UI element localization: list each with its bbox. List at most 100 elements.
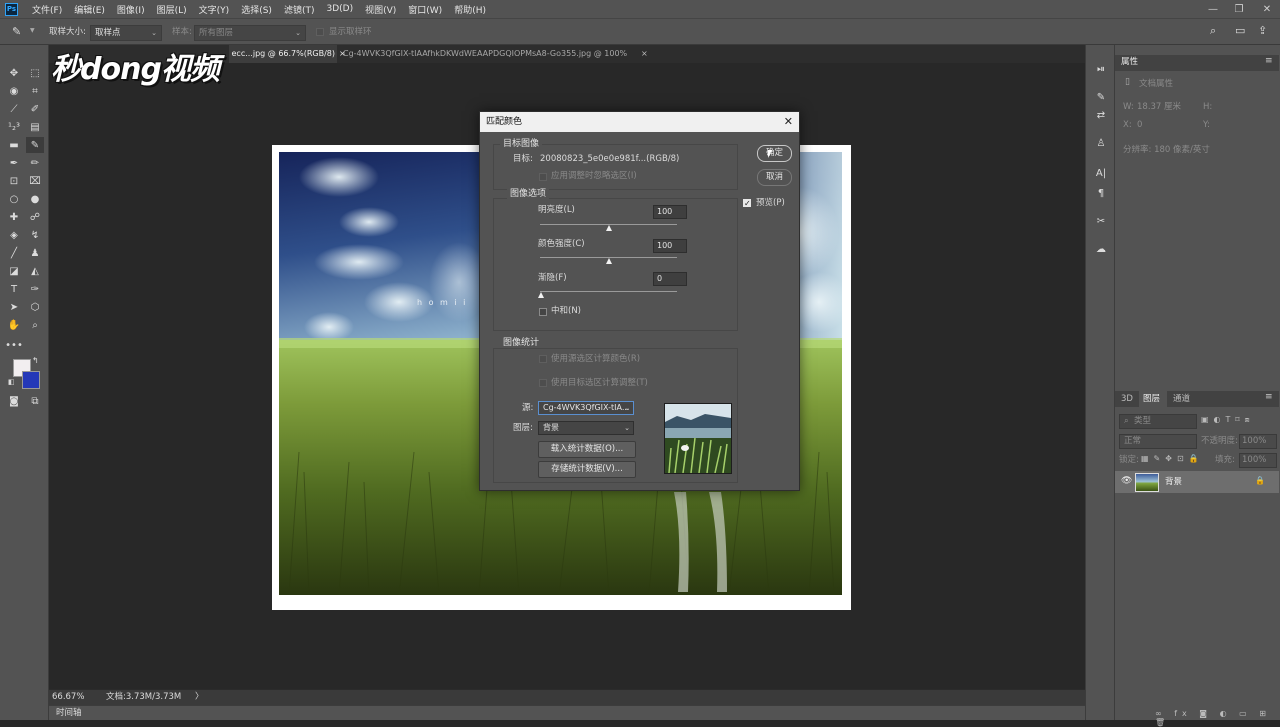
menu-image[interactable]: 图像(I) [111,3,151,16]
libraries-panel-icon[interactable]: ☁ [1092,241,1110,257]
menu-type[interactable]: 文字(Y) [193,3,236,16]
share-icon[interactable]: ⇪ [1258,24,1267,37]
tab-channels[interactable]: 通道 [1173,394,1190,405]
menu-window[interactable]: 窗口(W) [402,3,448,16]
tab-document-2[interactable]: Cg-4WVK3QfGIX-tIAAfhkDKWdWEAAPDGQIOPMsA8… [337,45,653,76]
minimize-icon[interactable]: — [1200,0,1226,18]
tools-preset-icon[interactable]: ✂ [1092,213,1110,229]
cancel-button[interactable]: 取消 [757,169,792,186]
crop-tool-icon[interactable]: ⌗ [26,83,44,99]
search-icon[interactable]: ⌕ [1210,24,1216,38]
fade-input[interactable]: 0 [653,272,687,286]
eraser-tool-icon[interactable]: ◪ [5,263,23,279]
count-tool-icon[interactable]: ¹₂³ [5,119,23,135]
move-tool-icon[interactable]: ✥ [5,65,23,81]
more-tools-icon[interactable]: ••• [5,337,23,353]
fade-slider-thumb[interactable] [538,292,544,298]
chevron-down-icon[interactable]: ▼ [30,27,35,34]
menu-help[interactable]: 帮助(H) [448,3,492,16]
gradient-tool-icon[interactable]: ◭ [26,263,44,279]
lasso-icon[interactable]: ○ [5,191,23,207]
adjust-panel-icon[interactable]: ⇄ [1092,107,1110,123]
paragraph-panel-icon[interactable]: ¶ [1092,185,1110,201]
color-intensity-input[interactable]: 100 [653,239,687,253]
layer-select[interactable]: 背景 ⌄ [538,421,634,435]
crop-icon[interactable]: ⌧ [26,173,44,189]
sphere-icon[interactable]: ● [26,191,44,207]
shape-tool-icon[interactable]: ⬡ [26,299,44,315]
character-panel-icon[interactable]: A| [1092,165,1110,181]
restore-icon[interactable]: ❐ [1226,0,1252,18]
brush-panel-icon[interactable]: ✎ [1092,89,1110,105]
brush-icon[interactable]: ╱ [5,245,23,261]
layer-actions-icons[interactable]: ∞ fx ◙ ◐ ▭ ⊞ 🗑 [1155,709,1280,727]
layer-row[interactable]: 👁 背景 🔒 [1115,471,1279,493]
status-arrow-icon[interactable]: 〉 [195,692,204,703]
menu-layer[interactable]: 图层(L) [151,3,193,16]
load-statistics-button[interactable]: 载入统计数据(O)... [538,441,636,458]
eyedropper-tool-icon[interactable]: ✎ [26,137,44,153]
pen-icon[interactable]: ✑ [26,281,44,297]
stamp-tool-icon[interactable]: ♟ [26,245,44,261]
panel-menu-icon[interactable]: ≡ [1265,392,1273,402]
type-tool-icon[interactable]: T [5,281,23,297]
layer-filter-select[interactable]: ⌕ 类型 [1119,414,1197,429]
heal-tool-icon[interactable]: ✚ [5,209,23,225]
opacity-input[interactable]: 100% [1239,434,1277,449]
ok-button[interactable]: 确定 [757,145,792,162]
panel-menu-icon[interactable]: ≡ [1265,56,1273,66]
frame-tool-icon[interactable]: ⊡ [5,173,23,189]
tab-close-icon[interactable]: × [641,49,648,58]
swap-colors-icon[interactable]: ↰ [32,356,39,365]
color-intensity-slider-thumb[interactable] [606,258,612,264]
clone-panel-icon[interactable]: ♙ [1092,135,1110,151]
fill-input[interactable]: 100% [1239,453,1277,468]
eyedropper-icon[interactable]: ✎ [12,25,21,38]
paint-bucket-icon[interactable]: ◈ [5,227,23,243]
menu-file[interactable]: 文件(F) [26,3,68,16]
sample-size-select[interactable]: 取样点 ⌄ [90,25,162,41]
menu-filter[interactable]: 滤镜(T) [278,3,321,16]
ruler-icon[interactable]: ▬ [5,137,23,153]
hand-tool-icon[interactable]: ✋ [5,317,23,333]
note-tool-icon[interactable]: ▤ [26,119,44,135]
eye-icon[interactable]: 👁 [1121,476,1132,486]
screen-mode-icon[interactable]: ⧉ [26,393,44,409]
menu-3d[interactable]: 3D(D) [320,4,359,14]
layer-filter-icons[interactable]: ▣◐T⌑⧈ [1201,415,1255,425]
tab-3d[interactable]: 3D [1121,394,1133,405]
zoom-level[interactable]: 66.67% [52,692,84,703]
menu-select[interactable]: 选择(S) [235,3,278,16]
marquee-tool-icon[interactable]: ⬚ [26,65,44,81]
menu-edit[interactable]: 编辑(E) [68,3,111,16]
neutralize-checkbox[interactable] [539,308,547,316]
quick-mask-icon[interactable]: ◙ [5,393,23,409]
zoom-tool-icon[interactable]: ⌕ [26,317,44,333]
history-panel-icon[interactable]: ⏯ [1092,61,1110,77]
default-colors-icon[interactable]: ◧ [8,378,15,386]
path-select-icon[interactable]: ➤ [5,299,23,315]
brush-small-icon[interactable]: ✏ [26,155,44,171]
save-statistics-button[interactable]: 存储统计数据(V)... [538,461,636,478]
workspace-icon[interactable]: ▭ [1235,24,1245,37]
history-brush-icon[interactable]: ↯ [26,227,44,243]
lock-icons[interactable]: ▦✎✥⊡🔒 [1141,454,1204,463]
background-color-swatch[interactable] [22,371,40,389]
pen-tool-icon[interactable]: ✒ [5,155,23,171]
menu-view[interactable]: 视图(V) [359,3,402,16]
source-select[interactable]: Cg-4WVK3QfGIX-tIA... ⌄ [538,401,634,415]
lasso-tool-icon[interactable]: ◉ [5,83,23,99]
preview-checkbox[interactable]: ✓ [743,199,751,208]
close-icon[interactable]: ✕ [784,112,793,132]
timeline-tab[interactable]: 时间轴 [56,708,82,719]
tab-document-active[interactable]: 31f482ecc...jpg @ 66.7%(RGB/8) * [229,45,337,63]
tab-layers[interactable]: 图层 [1143,394,1160,405]
layer-name[interactable]: 背景 [1165,477,1182,488]
close-icon[interactable]: ✕ [1254,0,1280,18]
properties-title[interactable]: 属性 [1121,57,1138,68]
brush-tool-icon[interactable]: ✐ [26,101,44,117]
ruler-tool-icon[interactable]: ⟋ [5,101,23,117]
blend-mode-select[interactable]: 正常 [1119,434,1197,449]
luminance-input[interactable]: 100 [653,205,687,219]
luminance-slider-thumb[interactable] [606,225,612,231]
